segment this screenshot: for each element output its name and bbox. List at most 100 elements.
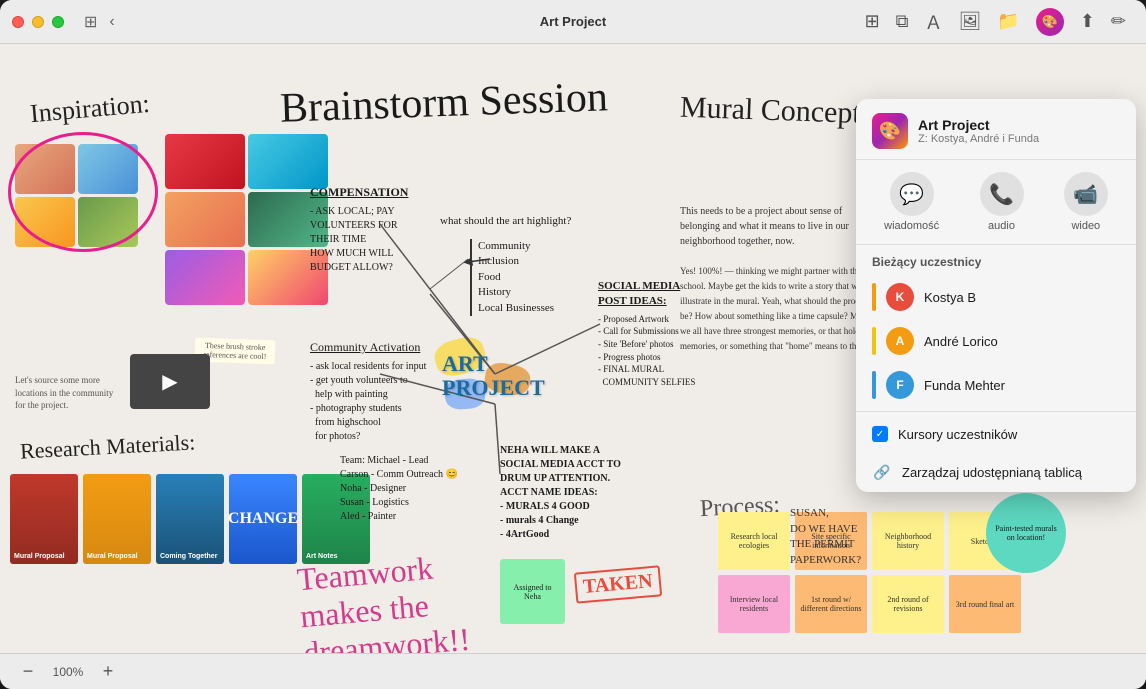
canvas[interactable]: Inspiration: Let's source some more loca… (0, 44, 1146, 653)
photo-5 (165, 134, 245, 189)
photo-3 (15, 197, 75, 247)
source-text: Let's source some more locations in the … (15, 374, 115, 412)
traffic-lights (12, 16, 64, 28)
text-icon[interactable]: Ａ (925, 9, 943, 35)
window-title: Art Project (540, 14, 606, 29)
mural-title: Mural Concepts (679, 91, 873, 132)
manage-option-row[interactable]: 🔗 Zarządzaj udostępnianą tablicą (856, 452, 1136, 492)
book-1: Mural Proposal (10, 474, 78, 564)
taken-stamp: TAKEN (574, 565, 662, 603)
funda-avatar: F (886, 371, 914, 399)
assigned-sticky: Assigned to Neha (500, 559, 565, 624)
sticky-note-1: Research local ecologies (718, 512, 790, 570)
photo-grid-left (15, 144, 138, 247)
video-thumb: ▶ (130, 354, 210, 409)
audio-action[interactable]: 📞 audio (980, 172, 1024, 232)
close-button[interactable] (12, 16, 24, 28)
image-icon[interactable]: 🖼 (959, 11, 982, 32)
sidebar-toggle[interactable]: ⊞ (80, 10, 101, 34)
layers-icon[interactable]: ⧉ (896, 11, 909, 32)
folder-icon[interactable]: 📁 (997, 11, 1019, 32)
photo-9 (165, 250, 245, 305)
andre-avatar: A (886, 327, 914, 355)
mural-notes-text: This needs to be a project about sense o… (680, 204, 880, 354)
participant-row-funda: F Funda Mehter (856, 363, 1136, 407)
andre-name: André Lorico (924, 334, 998, 349)
participants-section-title: Bieżący uczestnicy (856, 245, 1136, 275)
message-action[interactable]: 💬 wiadomość (884, 172, 939, 232)
sticky-note-6: 1st round w/ different directions (795, 575, 867, 633)
edit-icon[interactable]: ✏ (1111, 11, 1126, 32)
team-text: Team: Michael - Lead Carson - Comm Outre… (340, 454, 458, 524)
sticky-note-7: 2nd round of revisions (872, 575, 944, 633)
kostya-avatar: K (886, 283, 914, 311)
sticky-note-3: Neighborhood history (872, 512, 944, 570)
change-label: CHANGE (228, 510, 298, 528)
sticky-note-5: Interview local residents (718, 575, 790, 633)
kostya-color-bar (872, 283, 876, 311)
panel-title-block: Art Project Z: Kostya, André i Funda (918, 117, 1039, 145)
toolbar-tools: ⊞ ⧉ Ａ 🖼 📁 🎨 ⬆ ✏ (865, 8, 1126, 36)
app-window: ⊞ ‹ Art Project ⊞ ⧉ Ａ 🖼 📁 🎨 ⬆ ✏ Inspirat… (0, 0, 1146, 689)
window-title-area: Art Project (540, 14, 606, 29)
minimize-button[interactable] (32, 16, 44, 28)
research-materials-label: Research Materials: (19, 429, 195, 464)
titlebar: ⊞ ‹ Art Project ⊞ ⧉ Ａ 🖼 📁 🎨 ⬆ ✏ (0, 0, 1146, 44)
maximize-button[interactable] (52, 16, 64, 28)
audio-label: audio (988, 220, 1015, 232)
project-icon: 🎨 (872, 113, 908, 149)
participant-row-andre: A André Lorico (856, 319, 1136, 363)
highlights-text: Community Inclusion Food History Local B… (470, 239, 554, 316)
zoom-in-button[interactable]: + (96, 660, 120, 684)
book-change: CHANGE (229, 474, 297, 564)
statusbar: − 100% + (0, 653, 1146, 689)
video-label: wideo (1071, 220, 1100, 232)
manage-option-label: Zarządzaj udostępnianą tablicą (902, 465, 1082, 480)
message-icon: 💬 (890, 172, 934, 216)
photo-1 (15, 144, 75, 194)
photo-2 (78, 144, 138, 194)
cursors-checkbox[interactable]: ✓ (872, 426, 888, 442)
photo-6 (248, 134, 328, 189)
brainstorm-title: Brainstorm Session (279, 73, 608, 132)
cursors-option-row[interactable]: ✓ Kursory uczestników (856, 416, 1136, 452)
message-label: wiadomość (884, 220, 939, 232)
panel-subtitle: Z: Kostya, André i Funda (918, 133, 1039, 145)
susan-text: SUSAN,DO WE HAVETHE PERMITPAPERWORK? (790, 506, 861, 568)
book-3: Coming Together (156, 474, 224, 564)
book-covers: Mural Proposal Mural Proposal Coming Tog… (10, 474, 370, 564)
photo-grid-right (165, 134, 328, 305)
cursors-option-label: Kursory uczestników (898, 427, 1017, 442)
art-project-text: ARTPROJECT (430, 334, 560, 400)
panel-header: 🎨 Art Project Z: Kostya, André i Funda (856, 99, 1136, 160)
teal-circle-sticky: Paint-tested murals on location! (986, 493, 1066, 573)
photo-7 (165, 192, 245, 247)
grid-view-icon[interactable]: ⊞ (865, 11, 880, 32)
sticky-notes-grid: Research local ecologies Site specific i… (718, 512, 1021, 633)
user-avatar[interactable]: 🎨 (1036, 8, 1064, 36)
neha-text: NEHA WILL MAKE A SOCIAL MEDIA ACCT TO DR… (500, 444, 680, 542)
participant-row-kostya: K Kostya B (856, 275, 1136, 319)
nav-buttons: ⊞ ‹ (80, 10, 119, 34)
photo-4 (78, 197, 138, 247)
funda-name: Funda Mehter (924, 378, 1005, 393)
sticky-note-8: 3rd round final art (949, 575, 1021, 633)
book-2: Mural Proposal (83, 474, 151, 564)
panel-title: Art Project (918, 117, 1039, 133)
art-project-center: ARTPROJECT (430, 334, 560, 424)
andre-color-bar (872, 327, 876, 355)
video-icon: 📹 (1064, 172, 1108, 216)
audio-icon: 📞 (980, 172, 1024, 216)
zoom-level: 100% (48, 665, 88, 679)
kostya-name: Kostya B (924, 290, 976, 305)
manage-icon: 🔗 (872, 462, 892, 482)
teamwork-text: Teamworkmakes thedreamwork!! (295, 547, 471, 653)
share-icon[interactable]: ⬆ (1080, 11, 1095, 32)
back-button[interactable]: ‹ (105, 11, 118, 33)
panel-actions: 💬 wiadomość 📞 audio 📹 wideo (856, 160, 1136, 245)
zoom-out-button[interactable]: − (16, 660, 40, 684)
video-action[interactable]: 📹 wideo (1064, 172, 1108, 232)
panel-divider (856, 411, 1136, 412)
compensation-text: COMPENSATION - ASK LOCAL; PAYVOLUNTEERS … (310, 184, 470, 275)
funda-color-bar (872, 371, 876, 399)
